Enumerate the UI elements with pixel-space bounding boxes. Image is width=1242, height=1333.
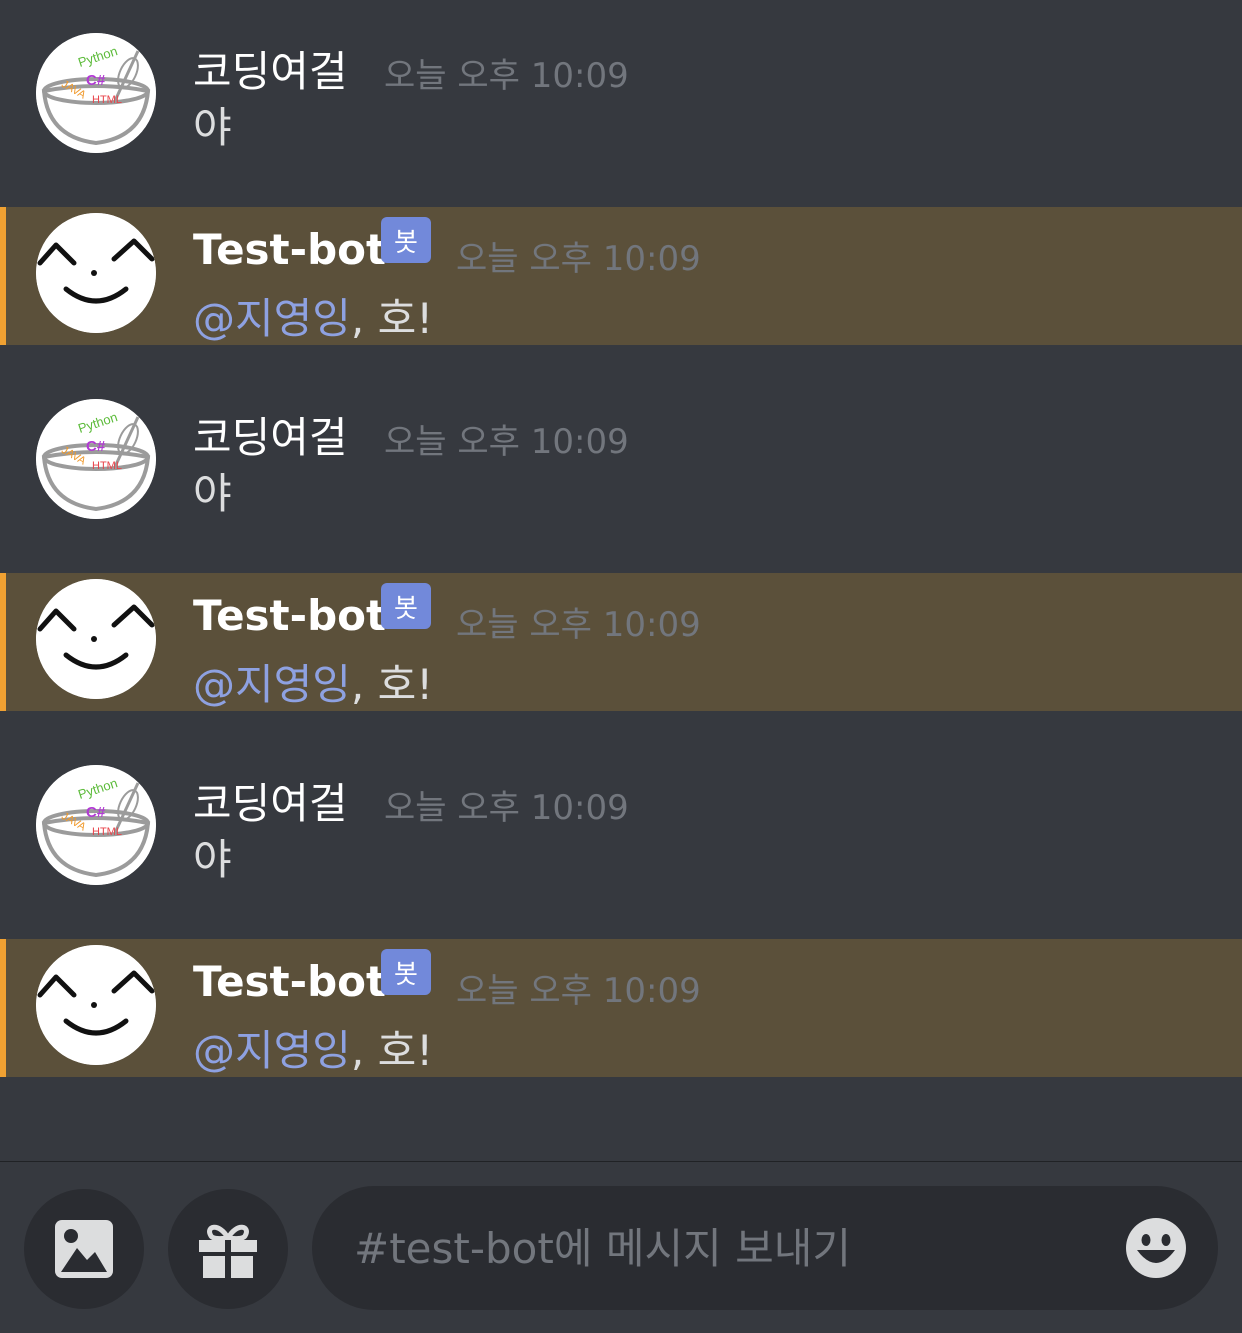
message-composer bbox=[0, 1162, 1242, 1333]
user-mention[interactable]: @지영잉 bbox=[193, 660, 351, 709]
attach-image-button[interactable] bbox=[24, 1189, 144, 1309]
message-input-container[interactable] bbox=[312, 1186, 1218, 1310]
emoji-icon[interactable] bbox=[1124, 1216, 1188, 1280]
user-mention[interactable]: @지영잉 bbox=[193, 1026, 351, 1075]
bot-tag: 봇 bbox=[381, 583, 431, 629]
message-item[interactable]: Python C# JAVA HTML 코딩여걸 오늘 오후 10:09 야 bbox=[0, 732, 1242, 892]
message-content: 야 bbox=[193, 835, 232, 884]
svg-text:HTML: HTML bbox=[92, 94, 122, 106]
avatar[interactable]: Python C# JAVA HTML bbox=[36, 33, 156, 153]
author-name[interactable]: Test-bot bbox=[193, 591, 386, 640]
message-input[interactable] bbox=[354, 1186, 1114, 1310]
avatar[interactable] bbox=[36, 579, 156, 699]
svg-text:HTML: HTML bbox=[92, 826, 122, 838]
avatar[interactable] bbox=[36, 945, 156, 1065]
svg-text:C#: C# bbox=[86, 804, 106, 821]
gift-button[interactable] bbox=[168, 1189, 288, 1309]
author-name[interactable]: 코딩여걸 bbox=[193, 404, 348, 465]
message-item-highlighted[interactable]: Test-bot 봇 오늘 오후 10:09 @지영잉, 호! bbox=[0, 939, 1242, 1077]
timestamp: 오늘 오후 10:09 bbox=[384, 56, 629, 96]
timestamp: 오늘 오후 10:09 bbox=[456, 605, 701, 645]
svg-text:C#: C# bbox=[86, 72, 106, 89]
svg-text:C#: C# bbox=[86, 438, 106, 455]
user-mention[interactable]: @지영잉 bbox=[193, 294, 351, 343]
svg-text:HTML: HTML bbox=[92, 460, 122, 472]
gift-icon bbox=[199, 1224, 257, 1278]
avatar[interactable]: Python C# JAVA HTML bbox=[36, 399, 156, 519]
message-item[interactable]: Python C# JAVA HTML 코딩여걸 오늘 오후 10:09 야 bbox=[0, 366, 1242, 526]
avatar[interactable] bbox=[36, 213, 156, 333]
avatar[interactable]: Python C# JAVA HTML bbox=[36, 765, 156, 885]
author-name[interactable]: Test-bot bbox=[193, 225, 386, 274]
message-content: 야 bbox=[193, 469, 232, 518]
image-icon bbox=[55, 1220, 113, 1278]
timestamp: 오늘 오후 10:09 bbox=[384, 422, 629, 462]
author-name[interactable]: 코딩여걸 bbox=[193, 38, 348, 99]
message-content: @지영잉, 호! bbox=[193, 1017, 433, 1078]
message-list[interactable]: Python C# JAVA HTML 코딩여걸 오늘 오후 10:09 야 T… bbox=[0, 0, 1242, 1160]
timestamp: 오늘 오후 10:09 bbox=[456, 971, 701, 1011]
chat-app: Python C# JAVA HTML 코딩여걸 오늘 오후 10:09 야 T… bbox=[0, 0, 1242, 1333]
message-text: , 호! bbox=[350, 1026, 434, 1075]
bot-tag: 봇 bbox=[381, 949, 431, 995]
message-item-highlighted[interactable]: Test-bot 봇 오늘 오후 10:09 @지영잉, 호! bbox=[0, 207, 1242, 345]
timestamp: 오늘 오후 10:09 bbox=[384, 788, 629, 828]
message-content: @지영잉, 호! bbox=[193, 285, 433, 346]
message-text: , 호! bbox=[350, 294, 434, 343]
message-content: 야 bbox=[193, 103, 232, 152]
message-content: @지영잉, 호! bbox=[193, 651, 433, 712]
timestamp: 오늘 오후 10:09 bbox=[456, 239, 701, 279]
message-text: , 호! bbox=[350, 660, 434, 709]
bot-tag: 봇 bbox=[381, 217, 431, 263]
author-name[interactable]: 코딩여걸 bbox=[193, 770, 348, 831]
author-name[interactable]: Test-bot bbox=[193, 957, 386, 1006]
message-item[interactable]: Python C# JAVA HTML 코딩여걸 오늘 오후 10:09 야 bbox=[0, 0, 1242, 160]
message-item-highlighted[interactable]: Test-bot 봇 오늘 오후 10:09 @지영잉, 호! bbox=[0, 573, 1242, 711]
